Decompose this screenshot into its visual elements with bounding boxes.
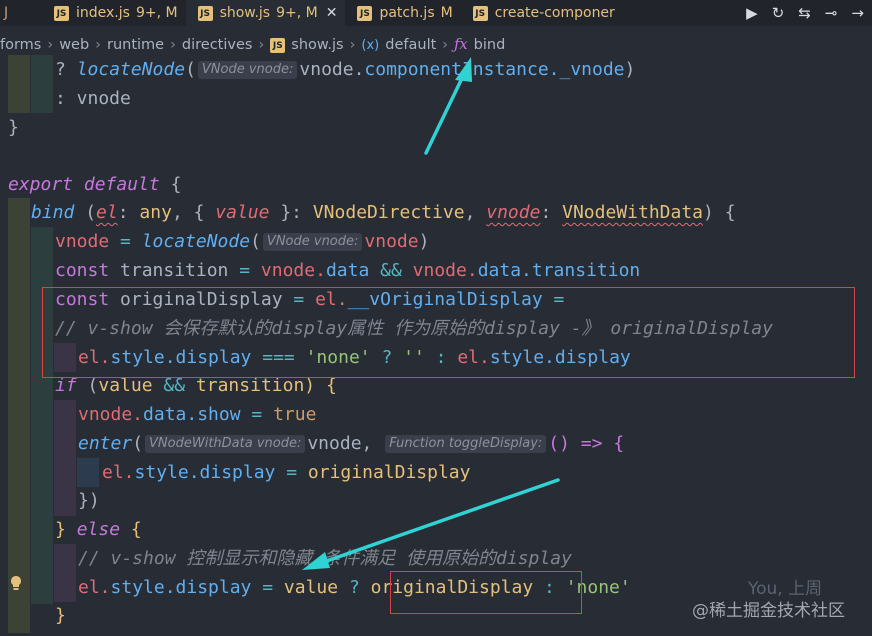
arrow-to-usage (302, 478, 560, 570)
arrow-to-bind (424, 57, 472, 155)
annotation-arrows (302, 57, 560, 570)
